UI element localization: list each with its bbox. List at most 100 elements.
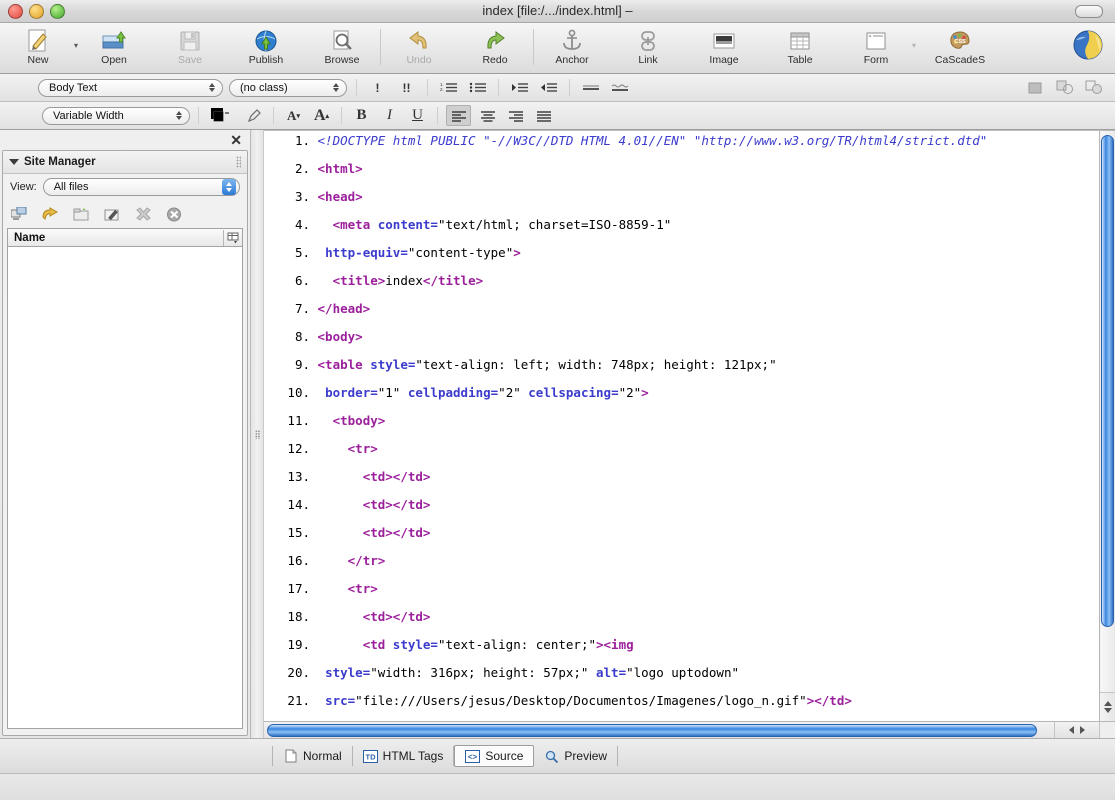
font-width-dropdown[interactable]: Variable Width xyxy=(42,106,190,125)
status-bar xyxy=(0,773,1115,800)
horizontal-scroll-buttons[interactable] xyxy=(1054,722,1099,738)
sidebar-splitter[interactable] xyxy=(251,130,264,738)
toolbar-button-open[interactable]: Open xyxy=(76,25,152,69)
text-color-swatch[interactable] xyxy=(207,106,237,125)
file-list-header[interactable]: Name xyxy=(7,228,243,246)
table-fill-icon[interactable] xyxy=(1024,78,1047,97)
line-style-1-icon[interactable] xyxy=(579,78,602,97)
toolbar-label: Publish xyxy=(248,54,284,66)
increase-font-size-button[interactable]: A ▴ xyxy=(310,106,333,125)
scroll-right-icon[interactable] xyxy=(1080,726,1085,734)
tab-label: Source xyxy=(485,749,524,763)
source-code-editor[interactable]: 1. <!DOCTYPE html PUBLIC "-//W3C//DTD HT… xyxy=(264,131,1099,721)
toolbar-button-form[interactable]: Form ▾ xyxy=(838,25,916,69)
toolbar-button-new[interactable]: New ▾ xyxy=(0,25,78,69)
underline-button[interactable]: U xyxy=(406,106,429,125)
close-icon[interactable]: ✕ xyxy=(230,133,242,147)
svg-text:TD: TD xyxy=(365,752,376,761)
indent-left-icon[interactable] xyxy=(537,78,560,97)
main-toolbar: New ▾ Open Save Publish Browse Undo Redo… xyxy=(0,23,1115,74)
tab-html-tags[interactable]: TD HTML Tags xyxy=(353,746,455,766)
line-style-2-icon[interactable] xyxy=(608,78,631,97)
toolbar-button-image[interactable]: Image xyxy=(686,25,762,69)
indent-right-icon[interactable] xyxy=(508,78,531,97)
toolbar-button-redo[interactable]: Redo xyxy=(457,25,533,69)
scroll-down-icon[interactable] xyxy=(1103,708,1112,713)
site-manager-toolbar xyxy=(3,200,247,228)
unordered-list-icon[interactable] xyxy=(466,78,489,97)
chevron-updown-icon[interactable] xyxy=(172,108,186,124)
disclosure-triangle-icon[interactable] xyxy=(9,159,19,165)
toolbar-button-browser[interactable] xyxy=(1061,25,1115,69)
stop-icon[interactable] xyxy=(166,206,183,223)
paragraph-style-dropdown[interactable]: Body Text xyxy=(38,78,223,97)
scroll-up-icon[interactable] xyxy=(1103,701,1112,706)
scroll-left-icon[interactable] xyxy=(1069,726,1074,734)
vertical-scrollbar-thumb[interactable] xyxy=(1101,135,1114,627)
highlighter-pen-icon[interactable] xyxy=(242,106,265,125)
class-style-dropdown[interactable]: (no class) xyxy=(229,78,347,97)
horizontal-scrollbar-thumb[interactable] xyxy=(267,723,1037,737)
vertical-scrollbar[interactable] xyxy=(1099,131,1115,721)
tab-label: Preview xyxy=(564,749,608,763)
panel-grip-icon[interactable] xyxy=(236,156,241,168)
code-token-tag: <td></td> xyxy=(362,525,431,540)
code-line: 14. <td></td> xyxy=(264,498,1099,512)
ordered-list-icon[interactable]: 1. 2. xyxy=(437,78,460,97)
horizontal-scrollbar-track[interactable] xyxy=(265,723,1053,737)
toolbar-label: Undo xyxy=(406,54,432,66)
code-line: 15. <td></td> xyxy=(264,526,1099,540)
italic-button[interactable]: I xyxy=(378,106,401,125)
decrease-indent-list-icon[interactable]: ! xyxy=(366,78,389,97)
new-folder-icon[interactable] xyxy=(73,206,90,223)
toolbar-button-table[interactable]: Table xyxy=(762,25,838,69)
code-token-tag: <tr> xyxy=(347,441,378,456)
code-line: 7. </head> xyxy=(264,302,1099,316)
code-token-attr: style= xyxy=(392,637,438,652)
format-toolbar-row1: Body Text (no class) ! !! 1. 2. xyxy=(0,74,1115,102)
form-window-icon xyxy=(863,28,889,54)
decrease-font-size-button[interactable]: A ▾ xyxy=(282,106,305,125)
chevron-updown-icon[interactable] xyxy=(205,80,219,96)
toolbar-button-link[interactable]: Link xyxy=(610,25,686,69)
toolbar-button-cascades[interactable]: CSS CaScadeS xyxy=(914,25,1006,69)
column-options-icon[interactable] xyxy=(223,229,242,246)
code-token-attr: alt= xyxy=(596,665,627,680)
open-site-icon[interactable] xyxy=(42,206,59,223)
edit-site-icon[interactable] xyxy=(104,206,121,223)
toolbar-button-anchor[interactable]: Anchor xyxy=(534,25,610,69)
class-style-value: (no class) xyxy=(240,81,288,94)
file-list[interactable] xyxy=(7,246,243,729)
toolbar-button-undo[interactable]: Undo xyxy=(381,25,457,69)
vertical-scroll-buttons[interactable] xyxy=(1100,692,1115,721)
code-token-tag: </tr> xyxy=(347,553,386,568)
increase-indent-list-icon[interactable]: !! xyxy=(395,78,418,97)
toolbar-label: CaScadeS xyxy=(934,54,986,66)
site-manager-header[interactable]: Site Manager xyxy=(3,151,247,174)
view-dropdown[interactable]: All files xyxy=(42,178,240,196)
tab-preview[interactable]: Preview xyxy=(534,746,619,766)
toolbar-button-save[interactable]: Save xyxy=(152,25,228,69)
horizontal-scrollbar[interactable] xyxy=(264,721,1115,738)
chevron-updown-icon[interactable] xyxy=(329,80,343,96)
bold-button[interactable]: B xyxy=(350,106,373,125)
align-center-icon[interactable] xyxy=(476,106,499,125)
site-settings-icon[interactable] xyxy=(11,206,28,223)
source-code-text[interactable]: 1. <!DOCTYPE html PUBLIC "-//W3C//DTD HT… xyxy=(264,131,1099,721)
shapes-back-icon[interactable] xyxy=(1053,78,1076,97)
toolbar-button-publish[interactable]: Publish xyxy=(228,25,304,69)
align-justify-icon[interactable] xyxy=(532,106,555,125)
code-line: 20. style="width: 316px; height: 57px;" … xyxy=(264,666,1099,680)
line-number: 3. xyxy=(294,189,310,204)
align-right-icon[interactable] xyxy=(504,106,527,125)
chevron-updown-icon[interactable] xyxy=(222,179,236,195)
align-left-icon[interactable] xyxy=(446,105,471,126)
toolbar-button-browse[interactable]: Browse xyxy=(304,25,380,69)
tab-normal[interactable]: Normal xyxy=(272,746,353,766)
file-list-column-name: Name xyxy=(14,231,46,244)
toolbar-toggle-button[interactable] xyxy=(1075,5,1103,18)
shapes-front-icon[interactable] xyxy=(1082,78,1105,97)
delete-site-icon[interactable] xyxy=(135,206,152,223)
tab-source[interactable]: <> Source xyxy=(454,745,535,767)
